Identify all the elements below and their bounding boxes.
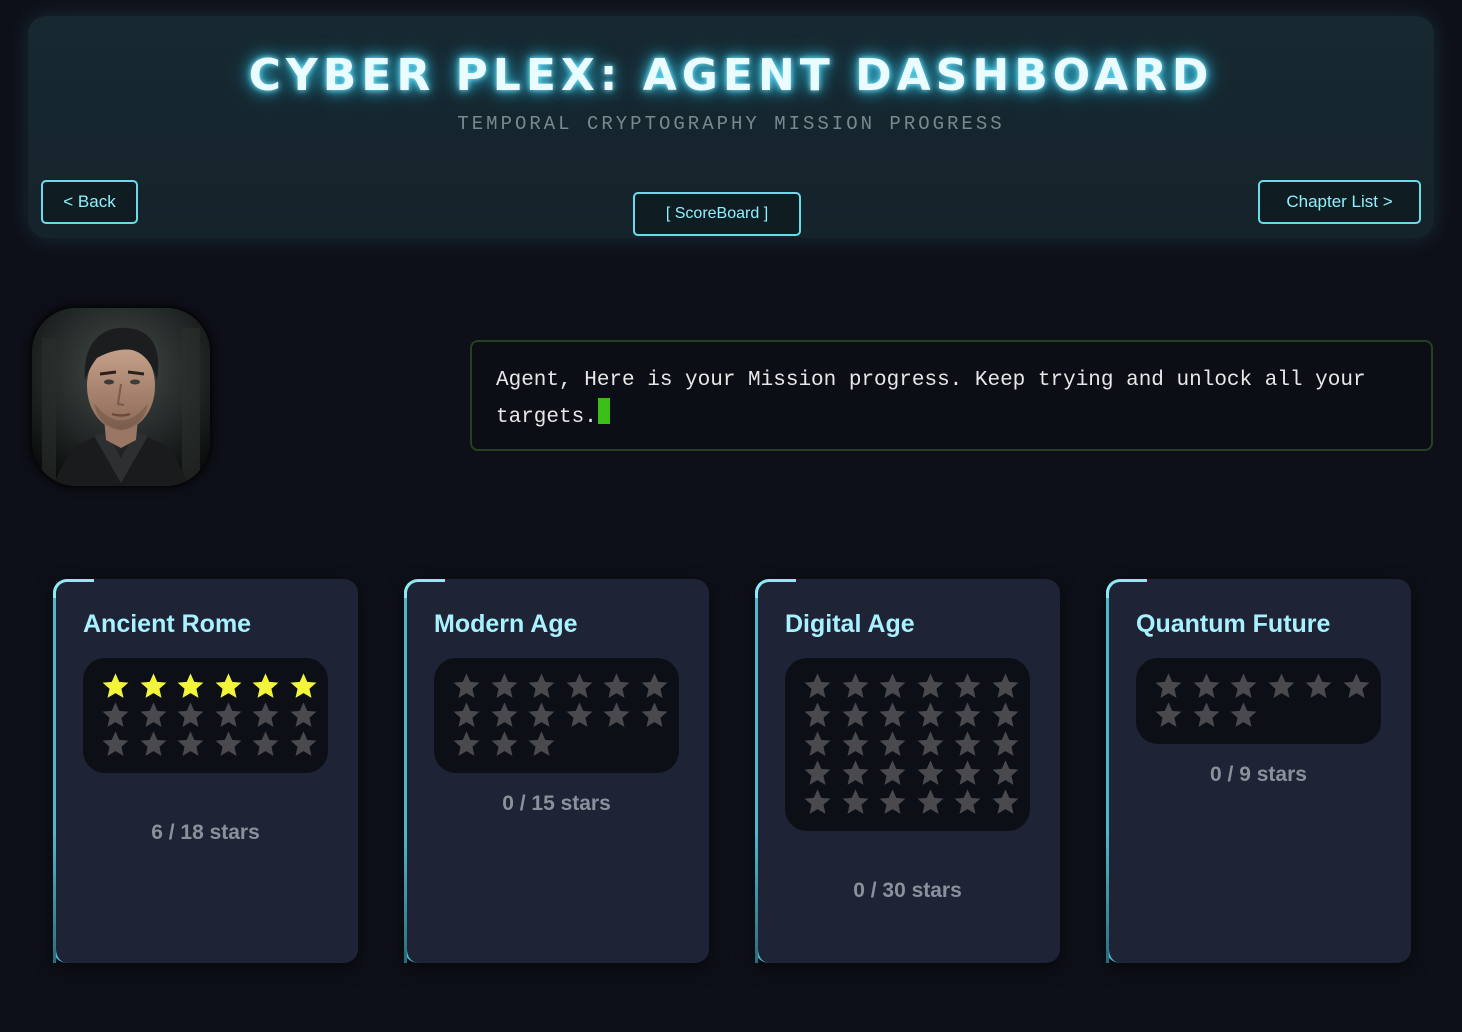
star-empty-icon — [175, 701, 213, 730]
star-empty-icon — [877, 672, 915, 701]
star-empty-icon — [451, 672, 489, 701]
star-empty-icon — [138, 701, 176, 730]
star-empty-icon — [802, 730, 840, 759]
star-empty-icon — [1228, 701, 1266, 730]
star-empty-icon — [990, 730, 1028, 759]
star-empty-icon — [840, 759, 878, 788]
star-empty-icon — [802, 759, 840, 788]
star-empty-icon — [1153, 701, 1191, 730]
star-empty-icon — [1341, 672, 1379, 701]
star-empty-icon — [1266, 672, 1304, 701]
star-count-label: 0 / 30 stars — [853, 879, 962, 902]
star-empty-icon — [100, 730, 138, 759]
star-empty-icon — [802, 672, 840, 701]
star-empty-icon — [990, 672, 1028, 701]
page-subtitle: TEMPORAL CRYPTOGRAPHY MISSION PROGRESS — [457, 113, 1005, 135]
star-empty-icon — [802, 701, 840, 730]
stars-grid — [83, 658, 328, 773]
star-empty-icon — [601, 672, 639, 701]
star-empty-icon — [990, 788, 1028, 817]
scoreboard-button[interactable]: [ ScoreBoard ] — [633, 192, 801, 236]
star-empty-icon — [952, 701, 990, 730]
star-filled-icon — [250, 672, 288, 701]
star-count-label: 6 / 18 stars — [151, 821, 260, 844]
star-empty-icon — [639, 701, 677, 730]
chapter-card-modern-age[interactable]: Modern Age 0 / 15 stars — [404, 579, 709, 963]
chapter-title: Ancient Rome — [83, 610, 252, 638]
star-empty-icon — [564, 701, 602, 730]
star-empty-icon — [840, 701, 878, 730]
star-empty-icon — [990, 759, 1028, 788]
star-count-label: 0 / 15 stars — [502, 792, 611, 815]
star-empty-icon — [1191, 672, 1229, 701]
star-empty-icon — [213, 730, 251, 759]
star-count-label: 0 / 9 stars — [1210, 763, 1307, 786]
star-empty-icon — [288, 701, 326, 730]
star-empty-icon — [564, 672, 602, 701]
star-empty-icon — [288, 730, 326, 759]
star-empty-icon — [526, 730, 564, 759]
star-empty-icon — [915, 730, 953, 759]
star-filled-icon — [175, 672, 213, 701]
star-empty-icon — [840, 672, 878, 701]
chapter-title: Modern Age — [434, 610, 578, 638]
star-empty-icon — [952, 759, 990, 788]
star-empty-icon — [601, 701, 639, 730]
star-empty-icon — [877, 730, 915, 759]
typing-cursor — [597, 398, 610, 424]
star-filled-icon — [100, 672, 138, 701]
mission-message-box: Agent, Here is your Mission progress. Ke… — [470, 340, 1433, 451]
chapter-card-quantum-future[interactable]: Quantum Future 0 / 9 stars — [1106, 579, 1411, 963]
chapter-title: Digital Age — [785, 610, 915, 638]
mission-message-text: Agent, Here is your Mission progress. Ke… — [496, 369, 1366, 429]
star-empty-icon — [990, 701, 1028, 730]
star-empty-icon — [100, 701, 138, 730]
star-empty-icon — [915, 788, 953, 817]
star-empty-icon — [175, 730, 213, 759]
chapter-card-digital-age[interactable]: Digital Age 0 / 30 stars — [755, 579, 1060, 963]
star-empty-icon — [250, 730, 288, 759]
star-empty-icon — [451, 730, 489, 759]
star-empty-icon — [877, 701, 915, 730]
star-empty-icon — [840, 730, 878, 759]
stars-grid — [1136, 658, 1381, 744]
star-empty-icon — [915, 672, 953, 701]
star-empty-icon — [526, 672, 564, 701]
star-empty-icon — [526, 701, 564, 730]
star-filled-icon — [138, 672, 176, 701]
star-empty-icon — [1191, 701, 1229, 730]
chapter-card-ancient-rome[interactable]: Ancient Rome 6 / 18 stars — [53, 579, 358, 963]
star-empty-icon — [489, 672, 527, 701]
chapter-list-button[interactable]: Chapter List > — [1258, 180, 1421, 224]
star-empty-icon — [250, 701, 288, 730]
star-empty-icon — [952, 788, 990, 817]
star-empty-icon — [877, 788, 915, 817]
star-empty-icon — [877, 759, 915, 788]
star-empty-icon — [1303, 672, 1341, 701]
agent-portrait-image — [32, 308, 210, 486]
star-empty-icon — [489, 730, 527, 759]
stars-grid — [785, 658, 1030, 831]
page-title: CYBER PLEX: AGENT DASHBOARD — [248, 50, 1214, 101]
star-empty-icon — [915, 759, 953, 788]
agent-avatar — [30, 306, 212, 488]
star-empty-icon — [802, 788, 840, 817]
star-empty-icon — [213, 701, 251, 730]
star-empty-icon — [489, 701, 527, 730]
star-empty-icon — [639, 672, 677, 701]
back-button[interactable]: < Back — [41, 180, 138, 224]
star-empty-icon — [952, 730, 990, 759]
star-filled-icon — [213, 672, 251, 701]
chapter-title: Quantum Future — [1136, 610, 1331, 638]
star-empty-icon — [952, 672, 990, 701]
star-empty-icon — [451, 701, 489, 730]
star-empty-icon — [840, 788, 878, 817]
star-empty-icon — [1228, 672, 1266, 701]
stars-grid — [434, 658, 679, 773]
star-empty-icon — [1153, 672, 1191, 701]
star-empty-icon — [915, 701, 953, 730]
star-empty-icon — [138, 730, 176, 759]
star-filled-icon — [288, 672, 326, 701]
